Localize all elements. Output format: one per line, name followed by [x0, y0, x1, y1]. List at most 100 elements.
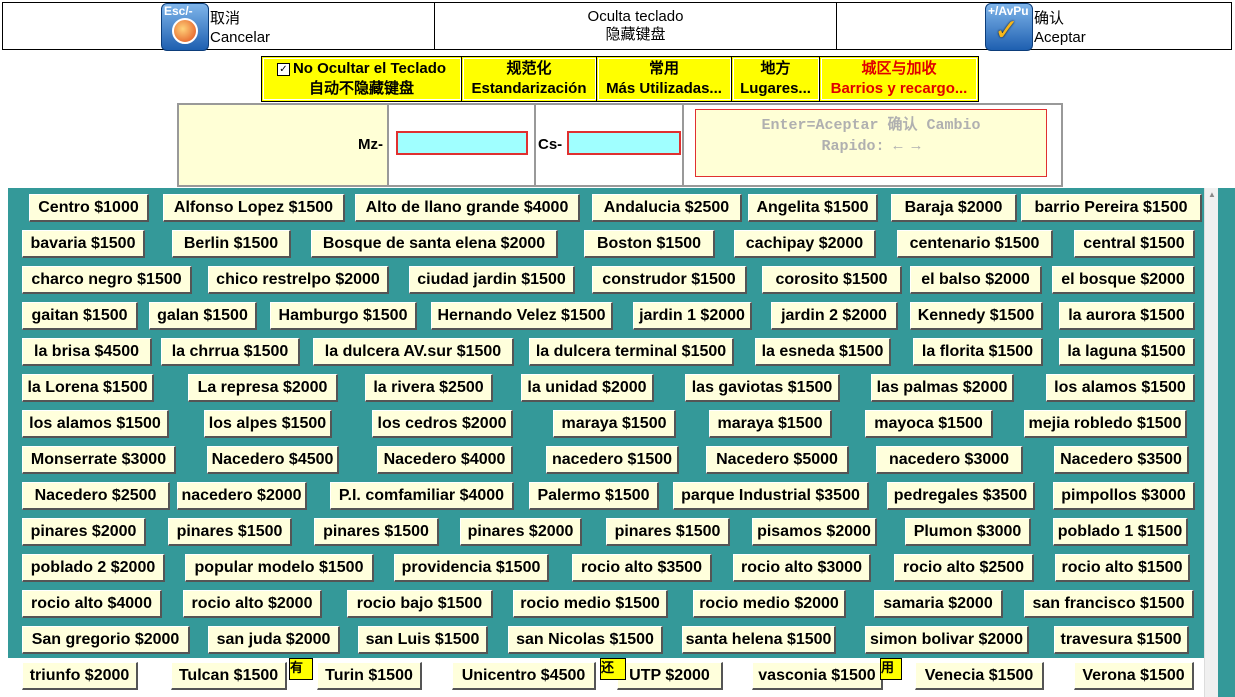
neighborhood-button[interactable]: charco negro $1500: [22, 266, 192, 294]
neighborhood-button[interactable]: rocio alto $2500: [894, 554, 1034, 582]
scroll-up-icon[interactable]: ▲: [1208, 190, 1216, 199]
neighborhood-button[interactable]: la chrrua $1500: [161, 338, 300, 366]
neighborhood-button[interactable]: rocio alto $2000: [183, 590, 322, 618]
neighborhood-button[interactable]: chico restrelpo $2000: [208, 266, 389, 294]
neighborhood-button[interactable]: gaitan $1500: [22, 302, 138, 330]
neighborhood-button[interactable]: rocio alto $3500: [572, 554, 712, 582]
neighborhood-button[interactable]: providencia $1500: [394, 554, 549, 582]
neighborhood-button[interactable]: Nacedero $4500: [207, 446, 339, 474]
neighborhood-button[interactable]: Bosque de santa elena $2000: [311, 230, 558, 258]
neighborhood-button[interactable]: Unicentro $4500: [452, 662, 596, 690]
neighborhood-button[interactable]: la esneda $1500: [755, 338, 891, 366]
cancel-icon[interactable]: Esc/-: [161, 3, 209, 51]
neighborhood-button[interactable]: maraya $1500: [553, 410, 676, 438]
neighborhood-button[interactable]: rocio alto $4000: [22, 590, 162, 618]
neighborhood-button[interactable]: Plumon $3000: [905, 518, 1031, 546]
neighborhood-button[interactable]: las gaviotas $1500: [685, 374, 840, 402]
neighborhood-button[interactable]: pisamos $2000: [752, 518, 877, 546]
neighborhood-button[interactable]: san Luis $1500: [358, 626, 488, 654]
neighborhood-button[interactable]: la laguna $1500: [1059, 338, 1195, 366]
checkbox-icon[interactable]: ✓: [276, 63, 290, 76]
neighborhood-button[interactable]: construdor $1500: [592, 266, 747, 294]
neighborhood-button[interactable]: galan $1500: [149, 302, 257, 330]
neighborhood-button[interactable]: Alto de llano grande $4000: [355, 194, 580, 222]
neighborhood-button[interactable]: vasconia $1500: [752, 662, 883, 690]
neighborhood-button[interactable]: pinares $1500: [606, 518, 730, 546]
neighborhood-button[interactable]: Baraja $2000: [891, 194, 1017, 222]
neighborhood-button[interactable]: pinares $1500: [168, 518, 292, 546]
neighborhood-button[interactable]: la rivera $2500: [365, 374, 493, 402]
neighborhood-button[interactable]: Angelita $1500: [748, 194, 878, 222]
neighborhood-button[interactable]: rocio medio $1500: [513, 590, 668, 618]
neighborhood-button[interactable]: el balso $2000: [910, 266, 1042, 294]
neighborhood-button[interactable]: pinares $1500: [314, 518, 439, 546]
neighborhood-button[interactable]: barrio Pereira $1500: [1021, 194, 1202, 222]
neighborhood-button[interactable]: Palermo $1500: [529, 482, 659, 510]
neighborhood-button[interactable]: Nacedero $3500: [1054, 446, 1189, 474]
neighborhood-button[interactable]: jardin 2 $2000: [771, 302, 898, 330]
neighborhood-button[interactable]: triunfo $2000: [22, 662, 138, 690]
neighborhood-button[interactable]: pinares $2000: [460, 518, 582, 546]
hint-textarea[interactable]: Enter=Aceptar 确认 Cambio Rapido: ← →: [695, 109, 1047, 177]
neighborhood-button[interactable]: la brisa $4500: [22, 338, 152, 366]
neighborhood-button[interactable]: central $1500: [1074, 230, 1195, 258]
neighborhood-button[interactable]: ciudad jardin $1500: [409, 266, 575, 294]
neighborhood-button[interactable]: nacedero $1500: [546, 446, 679, 474]
neighborhood-button[interactable]: pimpollos $3000: [1053, 482, 1195, 510]
neighborhood-button[interactable]: Hamburgo $1500: [270, 302, 417, 330]
neighborhood-button[interactable]: Turin $1500: [317, 662, 422, 690]
neighborhood-button[interactable]: simon bolivar $2000: [865, 626, 1029, 654]
neighborhood-button[interactable]: la florita $1500: [913, 338, 1043, 366]
neighborhood-button[interactable]: san francisco $1500: [1024, 590, 1194, 618]
neighborhood-button[interactable]: jardin 1 $2000: [633, 302, 752, 330]
tab-no-hide-keyboard[interactable]: ✓ No Ocultar el Teclado 自动不隐藏键盘: [262, 57, 462, 101]
neighborhood-button[interactable]: la dulcera terminal $1500: [529, 338, 734, 366]
accept-icon[interactable]: +/AvPu ✓: [985, 3, 1033, 51]
neighborhood-button[interactable]: Andalucia $2500: [592, 194, 742, 222]
neighborhood-button[interactable]: mejia robledo $1500: [1024, 410, 1187, 438]
neighborhood-button[interactable]: corosito $1500: [762, 266, 902, 294]
neighborhood-button[interactable]: los cedros $2000: [372, 410, 513, 438]
cancel-button[interactable]: Esc/- 取消 Cancelar: [3, 3, 435, 51]
neighborhood-button[interactable]: mayoca $1500: [865, 410, 993, 438]
neighborhood-button[interactable]: nacedero $2000: [177, 482, 307, 510]
neighborhood-button[interactable]: Boston $1500: [584, 230, 715, 258]
neighborhood-button[interactable]: Nacedero $4000: [377, 446, 513, 474]
neighborhood-button[interactable]: parque Industrial $3500: [673, 482, 869, 510]
neighborhood-button[interactable]: centenario $1500: [897, 230, 1053, 258]
neighborhood-button[interactable]: popular modelo $1500: [185, 554, 374, 582]
neighborhood-button[interactable]: rocio bajo $1500: [347, 590, 493, 618]
neighborhood-button[interactable]: Tulcan $1500: [171, 662, 287, 690]
mz-input[interactable]: [396, 131, 528, 155]
neighborhood-button[interactable]: Kennedy $1500: [910, 302, 1043, 330]
neighborhood-button[interactable]: travesura $1500: [1054, 626, 1189, 654]
neighborhood-button[interactable]: UTP $2000: [617, 662, 723, 690]
neighborhood-button[interactable]: la unidad $2000: [521, 374, 654, 402]
neighborhood-button[interactable]: Hernando Velez $1500: [431, 302, 613, 330]
neighborhood-button[interactable]: los alamos $1500: [1046, 374, 1195, 402]
neighborhood-button[interactable]: la dulcera AV.sur $1500: [313, 338, 514, 366]
neighborhood-button[interactable]: Nacedero $5000: [706, 446, 849, 474]
tab-most-used[interactable]: 常用 Más Utilizadas...: [597, 57, 732, 101]
neighborhood-button[interactable]: Centro $1000: [29, 194, 149, 222]
neighborhood-button[interactable]: pedregales $3500: [887, 482, 1035, 510]
neighborhood-button[interactable]: santa helena $1500: [682, 626, 836, 654]
neighborhood-button[interactable]: la Lorena $1500: [22, 374, 154, 402]
neighborhood-button[interactable]: rocio alto $1500: [1055, 554, 1190, 582]
neighborhood-button[interactable]: maraya $1500: [709, 410, 832, 438]
neighborhood-button[interactable]: los alpes $1500: [204, 410, 332, 438]
neighborhood-button[interactable]: poblado 1 $1500: [1053, 518, 1188, 546]
neighborhood-button[interactable]: La represa $2000: [188, 374, 338, 402]
neighborhood-button[interactable]: bavaria $1500: [22, 230, 145, 258]
neighborhood-button[interactable]: los alamos $1500: [22, 410, 169, 438]
neighborhood-button[interactable]: Alfonso Lopez $1500: [163, 194, 345, 222]
neighborhood-button[interactable]: Nacedero $2500: [22, 482, 170, 510]
neighborhood-button[interactable]: Venecia $1500: [915, 662, 1044, 690]
neighborhood-button[interactable]: San gregorio $2000: [22, 626, 190, 654]
tab-neighborhoods[interactable]: 城区与加收 Barrios y recargo...: [820, 57, 978, 101]
neighborhood-button[interactable]: nacedero $3000: [876, 446, 1023, 474]
hide-keyboard-button[interactable]: Oculta teclado 隐藏键盘: [435, 3, 837, 49]
neighborhood-button[interactable]: Berlin $1500: [172, 230, 291, 258]
neighborhood-button[interactable]: la aurora $1500: [1059, 302, 1195, 330]
neighborhood-button[interactable]: samaria $2000: [874, 590, 1003, 618]
